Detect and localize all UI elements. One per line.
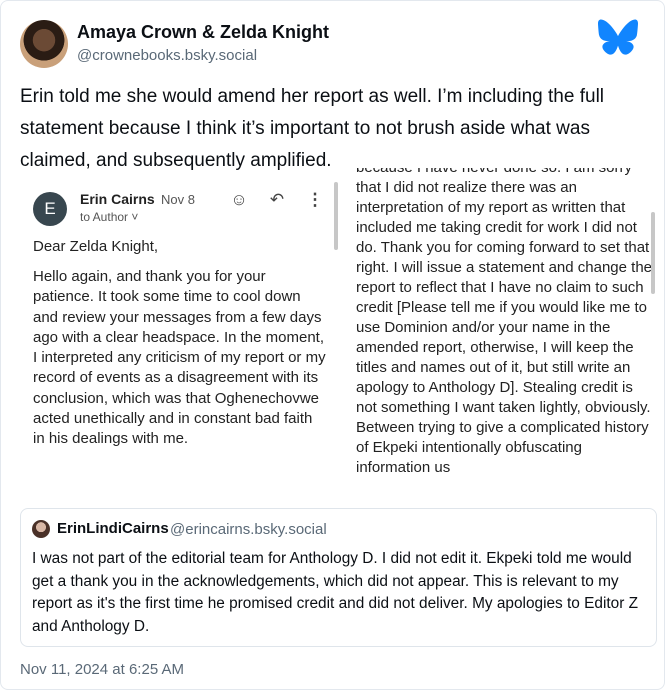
quoted-author-name: ErinLindiCairns — [57, 520, 169, 537]
author-name[interactable]: Amaya Crown & Zelda Knight — [77, 22, 329, 43]
email-continuation-image[interactable]: because I have never done so. I am sorry… — [341, 168, 656, 498]
post-text: Erin told me she would amend her report … — [20, 86, 605, 171]
quoted-author-handle: @erincairns.bsky.social — [170, 521, 327, 538]
email-screenshot-image[interactable]: E Erin Cairns Nov 8 to Author ˅ ☺ ↶ ⋮ De… — [20, 178, 341, 498]
author-handle[interactable]: @crownebooks.bsky.social — [77, 47, 257, 64]
scrollbar — [334, 182, 338, 250]
author-avatar[interactable] — [20, 20, 68, 68]
scrollbar — [651, 212, 655, 294]
email-body: Hello again, and thank you for your pati… — [33, 268, 326, 448]
sender-name: Erin Cairns — [80, 191, 155, 207]
post-card[interactable]: Amaya Crown & Zelda Knight @crownebooks.… — [0, 0, 665, 690]
bluesky-butterfly-icon[interactable] — [598, 17, 638, 57]
sender-avatar: E — [33, 192, 67, 226]
email-body-continued: because I have never done so. I am sorry… — [356, 168, 653, 476]
post-timestamp[interactable]: Nov 11, 2024 at 6:25 AM — [20, 661, 184, 678]
reply-arrow-icon: ↶ — [269, 190, 285, 209]
email-greeting: Dear Zelda Knight, — [33, 238, 159, 255]
quoted-post[interactable]: ErinLindiCairns @erincairns.bsky.social … — [20, 508, 657, 647]
email-date: Nov 8 — [161, 192, 195, 207]
quoted-author-avatar — [32, 520, 50, 538]
smiley-icon: ☺ — [230, 190, 248, 209]
more-vertical-icon: ⋮ — [306, 190, 324, 209]
quoted-post-text: I was not part of the editorial team for… — [32, 550, 639, 635]
recipient-line: to Author ˅ — [80, 210, 139, 224]
